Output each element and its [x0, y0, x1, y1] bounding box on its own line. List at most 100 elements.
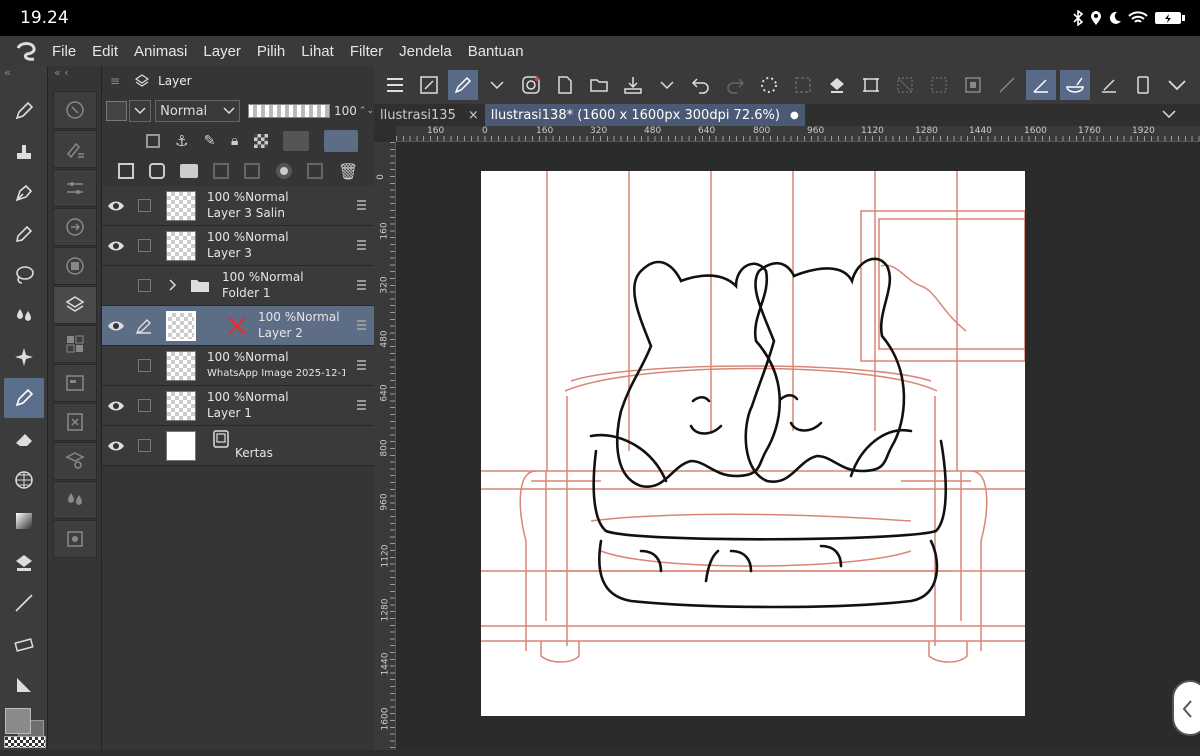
drag-handle-icon[interactable]: [357, 200, 366, 210]
drag-handle-icon[interactable]: [357, 360, 366, 370]
chevron-right-icon[interactable]: [168, 278, 178, 292]
panel-menu-icon[interactable]: ≡: [110, 74, 120, 88]
brush-size-button[interactable]: [52, 208, 97, 246]
lock-icon[interactable]: 🔒︎: [231, 133, 238, 149]
menu-lihat[interactable]: Lihat: [301, 43, 334, 60]
fill-button[interactable]: [822, 70, 852, 100]
collapse-arrows-icon-2[interactable]: « ‹: [48, 66, 101, 90]
layer-check[interactable]: [138, 279, 151, 292]
draw-mode-dropdown[interactable]: [482, 70, 512, 100]
opacity-stepper-icon[interactable]: ⌃⌄: [359, 106, 374, 116]
save-button[interactable]: [618, 70, 648, 100]
eye-icon[interactable]: [106, 196, 126, 216]
fit-button[interactable]: [414, 70, 444, 100]
transfer-layer-icon[interactable]: [213, 163, 230, 179]
clip-layer-icon[interactable]: [145, 134, 160, 148]
draw-mode-button[interactable]: [448, 70, 478, 100]
history-button[interactable]: [52, 520, 97, 558]
canvas-area[interactable]: [396, 142, 1200, 750]
grid-tool-button[interactable]: [4, 460, 44, 500]
ruler-button[interactable]: [992, 70, 1022, 100]
drag-handle-icon[interactable]: [357, 240, 366, 250]
hide-selection-button[interactable]: [890, 70, 920, 100]
tabs-chevron-down-icon[interactable]: [1162, 110, 1176, 118]
create-mask-icon[interactable]: [275, 163, 292, 179]
eye-icon[interactable]: [106, 436, 126, 456]
snap-curve-button[interactable]: [1060, 70, 1090, 100]
pencil-tool-button[interactable]: [4, 214, 44, 254]
menu-bantuan[interactable]: Bantuan: [468, 43, 524, 60]
loading-button[interactable]: [754, 70, 784, 100]
stabilizer-button[interactable]: [516, 70, 546, 100]
ruler-tool-button[interactable]: [4, 624, 44, 664]
pen-nib-tool-button[interactable]: [4, 173, 44, 213]
ruler-enable-icon[interactable]: [324, 130, 359, 152]
menu-edit[interactable]: Edit: [92, 43, 118, 60]
transparent-color-swatch[interactable]: [4, 736, 46, 748]
undo-button[interactable]: [686, 70, 716, 100]
fill-tool-button[interactable]: [4, 132, 44, 172]
snap-special-button[interactable]: [1094, 70, 1124, 100]
layer-check[interactable]: [138, 359, 151, 372]
menu-animasi[interactable]: Animasi: [134, 43, 187, 60]
clear-selection-button[interactable]: [788, 70, 818, 100]
tab-llustrasi138[interactable]: llustrasi138* (1600 x 1600px 300dpi 72.6…: [484, 104, 805, 126]
device-button[interactable]: [1128, 70, 1158, 100]
layer-check[interactable]: [138, 199, 151, 212]
redo-button[interactable]: [720, 70, 750, 100]
opacity-value[interactable]: 100: [334, 104, 357, 118]
collapse-arrows-icon[interactable]: «: [0, 66, 47, 90]
layer-check[interactable]: [138, 439, 151, 452]
draft-layer-icon[interactable]: ✎: [204, 133, 216, 149]
close-icon[interactable]: ×: [468, 108, 479, 123]
reference-layer-icon[interactable]: ⚓: [175, 132, 188, 150]
lasso-tool-button[interactable]: [4, 255, 44, 295]
layer-property-button[interactable]: [52, 364, 97, 402]
search-layer-button[interactable]: [52, 442, 97, 480]
line-tool-button[interactable]: [4, 583, 44, 623]
layer-row[interactable]: 100 %Normal Layer 1: [102, 386, 374, 426]
opacity-slider[interactable]: [247, 104, 331, 118]
side-panel-handle[interactable]: [1172, 680, 1200, 736]
apply-mask-icon[interactable]: [306, 163, 323, 179]
layer-row[interactable]: 100 %Normal WhatsApp Image 2025-12-18 a: [102, 346, 374, 386]
drag-handle-icon[interactable]: [357, 400, 366, 410]
snap-ruler-button[interactable]: [1026, 70, 1056, 100]
eye-icon[interactable]: [106, 396, 126, 416]
layer-row[interactable]: 100 %Normal Layer 3 Salin: [102, 186, 374, 226]
eye-icon[interactable]: [106, 236, 126, 256]
auto-action-button[interactable]: [52, 481, 97, 519]
new-raster-layer-icon[interactable]: [117, 163, 134, 179]
sparkle-tool-button[interactable]: [4, 337, 44, 377]
sub-color-swatch[interactable]: [5, 708, 31, 734]
color-set-button[interactable]: [52, 325, 97, 363]
drag-handle-icon[interactable]: [357, 280, 366, 290]
layer-panel-button[interactable]: [52, 286, 97, 324]
eye-icon[interactable]: [106, 316, 126, 336]
layer-check[interactable]: [138, 399, 151, 412]
eraser-tool-button[interactable]: [4, 419, 44, 459]
menu-file[interactable]: File: [52, 43, 76, 60]
gradient-tool-button[interactable]: [4, 501, 44, 541]
text-tool-button[interactable]: [4, 665, 44, 705]
navigator-button[interactable]: [52, 91, 97, 129]
layer-check[interactable]: [138, 239, 151, 252]
sub-tool-button[interactable]: [52, 130, 97, 168]
menu-pilih[interactable]: Pilih: [257, 43, 285, 60]
lock-transparency-icon[interactable]: [253, 134, 268, 148]
merge-layer-icon[interactable]: [244, 163, 261, 179]
hamburger-menu-button[interactable]: [380, 70, 410, 100]
new-vector-layer-icon[interactable]: [148, 163, 165, 179]
snap-button[interactable]: [958, 70, 988, 100]
color-wheel-button[interactable]: [52, 247, 97, 285]
drag-handle-icon[interactable]: [357, 320, 366, 330]
trash-icon[interactable]: 🗑︎: [338, 162, 358, 181]
tool-property-button[interactable]: [52, 169, 97, 207]
blend-tool-button[interactable]: [4, 296, 44, 336]
open-button[interactable]: [584, 70, 614, 100]
menu-layer[interactable]: Layer: [203, 43, 241, 60]
layer-row-selected[interactable]: 100 %Normal Layer 2: [102, 306, 374, 346]
material-button[interactable]: [52, 403, 97, 441]
menu-jendela[interactable]: Jendela: [399, 43, 452, 60]
unsaved-dot-icon[interactable]: ●: [790, 110, 799, 121]
